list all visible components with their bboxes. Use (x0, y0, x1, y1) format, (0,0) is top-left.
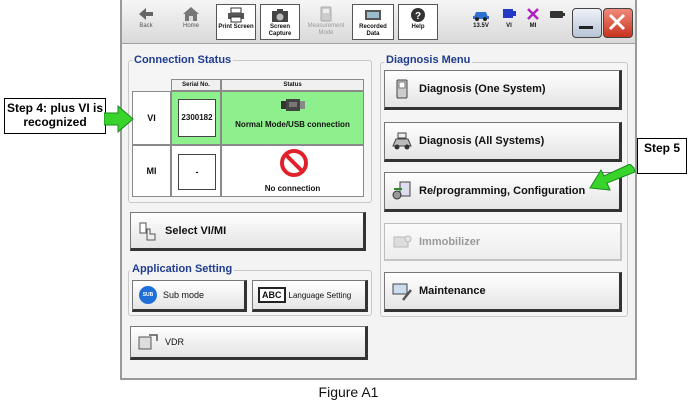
vi-connection-icon (503, 9, 516, 18)
step4-arrow (104, 105, 134, 133)
vi-row-label: VI (132, 91, 171, 145)
serial-header: Serial No. (171, 79, 221, 91)
close-icon (608, 13, 626, 31)
mi-indicator: MI (522, 4, 544, 40)
battery-voltage: 13.5V (468, 4, 494, 40)
select-vi-mi-button[interactable]: Select VI/MI (130, 212, 366, 251)
svg-text:?: ? (415, 11, 421, 22)
abc-icon: ABC (258, 287, 286, 303)
sub-mode-icon: SUB (139, 286, 157, 304)
vdr-icon (138, 334, 158, 350)
measurement-mode-button[interactable]: Measurement Mode (304, 4, 348, 40)
back-button[interactable]: Back (126, 4, 166, 40)
maintenance-icon (392, 283, 412, 301)
printer-icon (228, 7, 244, 23)
mi-disconnected-icon (527, 8, 539, 20)
vdr-button[interactable]: VDR (130, 326, 368, 360)
sub-mode-button[interactable]: SUB Sub mode (132, 280, 247, 312)
step4-callout: Step 4: plus VI is recognized (4, 98, 106, 134)
close-button[interactable] (603, 8, 633, 38)
vi-indicator: VI (498, 4, 520, 40)
vi-status-cell: Normal Mode/USB connection (221, 91, 364, 145)
step5-callout: Step 5 (637, 138, 687, 174)
immobilizer-button[interactable]: Immobilizer (384, 223, 622, 261)
reprogramming-icon (392, 181, 411, 200)
reprogramming-configuration-button[interactable]: Re/programming, Configuration (384, 172, 622, 212)
mi-status-text: No connection (264, 184, 321, 193)
no-entry-icon (280, 149, 308, 177)
minimize-icon (579, 26, 593, 29)
toolbar: Back Home Print Screen Screen Capture Me… (122, 0, 635, 44)
home-icon (183, 7, 199, 21)
recorded-data-icon (365, 10, 381, 20)
car-icon (473, 12, 489, 21)
screen-capture-button[interactable]: Screen Capture (260, 4, 300, 40)
vi-serial-cell: 2300182 (171, 91, 221, 145)
print-screen-button[interactable]: Print Screen (216, 4, 256, 40)
maintenance-button[interactable]: Maintenance (384, 272, 622, 312)
language-setting-button[interactable]: ABC Language Setting (252, 280, 368, 312)
figure-caption: Figure A1 (318, 384, 379, 400)
application-setting-title: Application Setting (130, 263, 235, 275)
usb-connector-icon (281, 99, 305, 111)
home-button[interactable]: Home (170, 4, 212, 40)
diagnosis-one-system-button[interactable]: Diagnosis (One System) (384, 70, 622, 110)
camera-icon (272, 9, 288, 22)
help-icon: ? (411, 8, 425, 22)
diagnosis-all-systems-button[interactable]: Diagnosis (All Systems) (384, 122, 622, 162)
help-button[interactable]: ? Help (398, 4, 438, 40)
step5-arrow (589, 164, 636, 191)
car-diagnosis-icon (392, 132, 412, 150)
vi-serial-number: 2300182 (178, 99, 216, 137)
consult-screen: Back Home Print Screen Screen Capture Me… (120, 0, 637, 380)
connection-status-title: Connection Status (132, 54, 234, 66)
back-arrow-icon (139, 8, 153, 20)
status-indicator (546, 4, 568, 40)
meter-icon (320, 6, 332, 22)
battery-icon (550, 11, 565, 18)
mi-serial-cell: - (171, 145, 221, 197)
vi-status-text: Normal Mode/USB connection (235, 120, 350, 129)
mi-row-label: MI (132, 145, 171, 197)
immobilizer-icon (393, 235, 412, 247)
diagnosis-menu-title: Diagnosis Menu (384, 54, 473, 66)
diagnosis-device-icon (396, 79, 408, 99)
minimize-button[interactable] (572, 8, 602, 38)
mi-status-cell: No connection (221, 145, 364, 197)
status-header: Status (221, 79, 364, 91)
select-hand-icon (139, 222, 156, 240)
mi-serial-number: - (178, 154, 216, 190)
recorded-data-button[interactable]: Recorded Data (352, 4, 394, 40)
